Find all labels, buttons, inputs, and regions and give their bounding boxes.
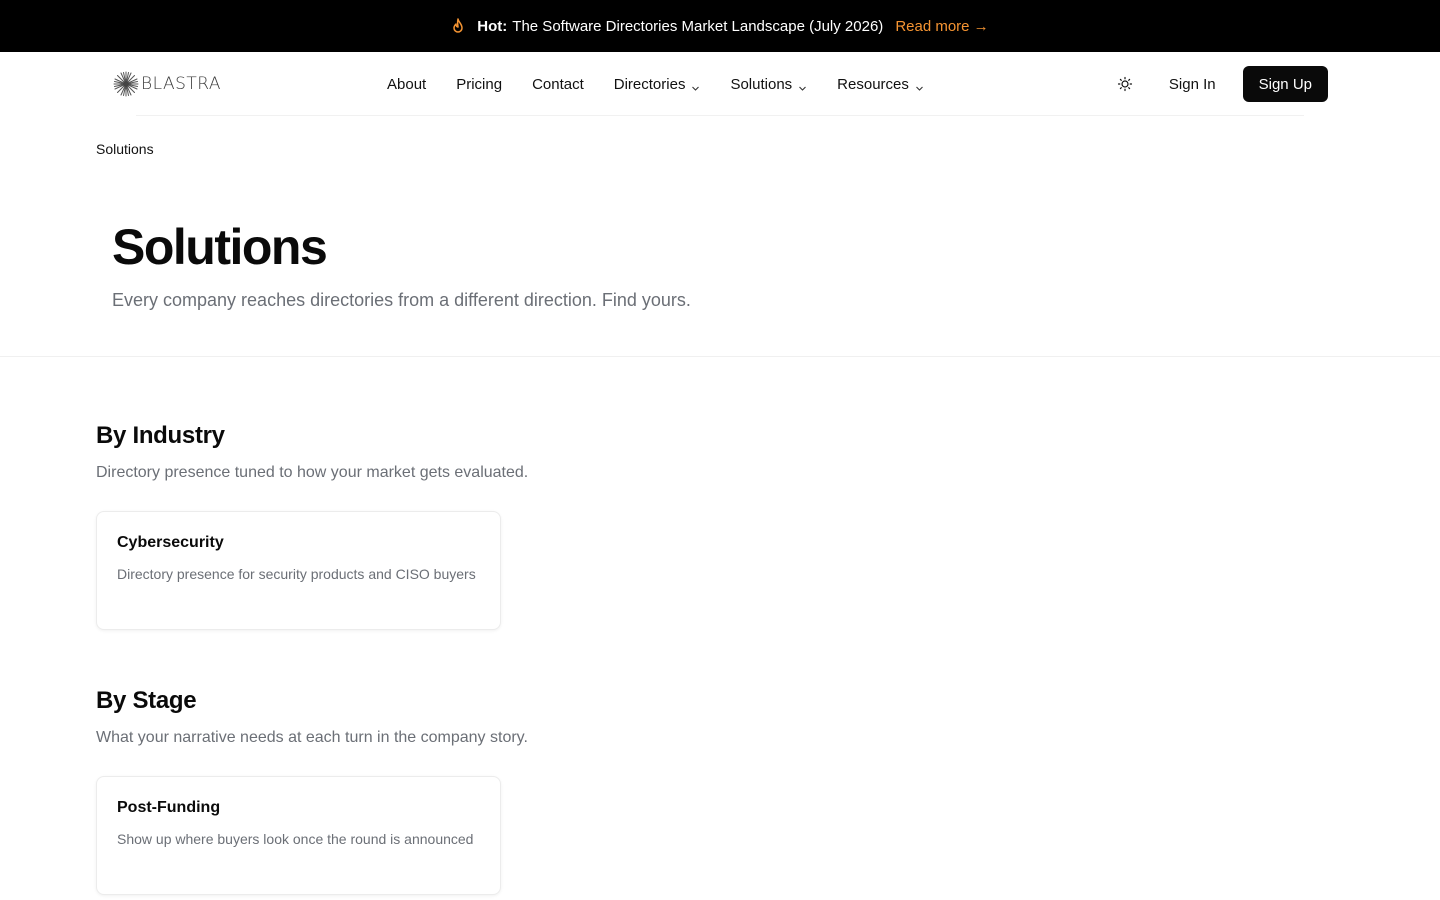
card-description: Show up where buyers look once the round…	[117, 831, 474, 847]
flame-icon	[451, 18, 465, 34]
breadcrumb: Solutions	[96, 141, 154, 157]
main-nav: About Pricing Contact Directories Soluti…	[387, 52, 954, 116]
card-title: Cybersecurity	[117, 534, 224, 551]
header-actions: Sign In Sign Up	[1117, 66, 1328, 102]
chevron-down-icon	[915, 80, 924, 91]
nav-resources[interactable]: Resources	[837, 76, 924, 93]
solution-card-cybersecurity[interactable]: Cybersecurity Directory presence for sec…	[96, 511, 501, 630]
section-subtitle-stage: What your narrative needs at each turn i…	[96, 729, 528, 746]
nav-contact[interactable]: Contact	[532, 76, 584, 93]
starburst-icon	[112, 70, 140, 98]
nav-label: Contact	[532, 75, 584, 93]
nav-label: About	[387, 75, 427, 93]
nav-about[interactable]: About	[387, 76, 426, 93]
announcement-hot-label: Hot:	[477, 17, 508, 35]
nav-label: Directories	[613, 75, 686, 93]
hero-divider	[0, 356, 1440, 357]
section-subtitle-industry: Directory presence tuned to how your mar…	[96, 464, 529, 481]
chevron-down-icon	[691, 80, 700, 91]
announcement-message: The Software Directories Market Landscap…	[512, 17, 884, 35]
nav-directories[interactable]: Directories	[614, 76, 701, 93]
nav-solutions[interactable]: Solutions	[730, 76, 807, 93]
sun-icon[interactable]	[1117, 76, 1133, 92]
nav-label: Resources	[837, 75, 909, 93]
section-title-stage: By Stage	[96, 687, 197, 714]
solution-card-post-funding[interactable]: Post-Funding Show up where buyers look o…	[96, 776, 501, 895]
logo-text: BLASTRA	[141, 74, 222, 94]
page-title: Solutions	[112, 219, 328, 275]
sign-in-link[interactable]: Sign In	[1169, 76, 1216, 93]
sign-up-button[interactable]: Sign Up	[1242, 66, 1328, 102]
section-title-industry: By Industry	[96, 422, 225, 449]
site-header: BLASTRA About Pricing Contact Directorie…	[0, 52, 1440, 116]
nav-label: Solutions	[730, 75, 793, 93]
card-description: Directory presence for security products…	[117, 566, 476, 582]
announcement-bar: Hot: The Software Directories Market Lan…	[0, 0, 1440, 52]
card-title: Post-Funding	[117, 799, 221, 816]
logo[interactable]: BLASTRA	[112, 70, 221, 98]
nav-pricing[interactable]: Pricing	[456, 76, 502, 93]
chevron-down-icon	[798, 80, 807, 91]
announcement-read-more-link[interactable]: Read more →	[895, 18, 988, 35]
page-subtitle: Every company reaches directories from a…	[112, 290, 691, 310]
nav-label: Pricing	[456, 75, 503, 93]
breadcrumb-current: Solutions	[96, 141, 154, 157]
